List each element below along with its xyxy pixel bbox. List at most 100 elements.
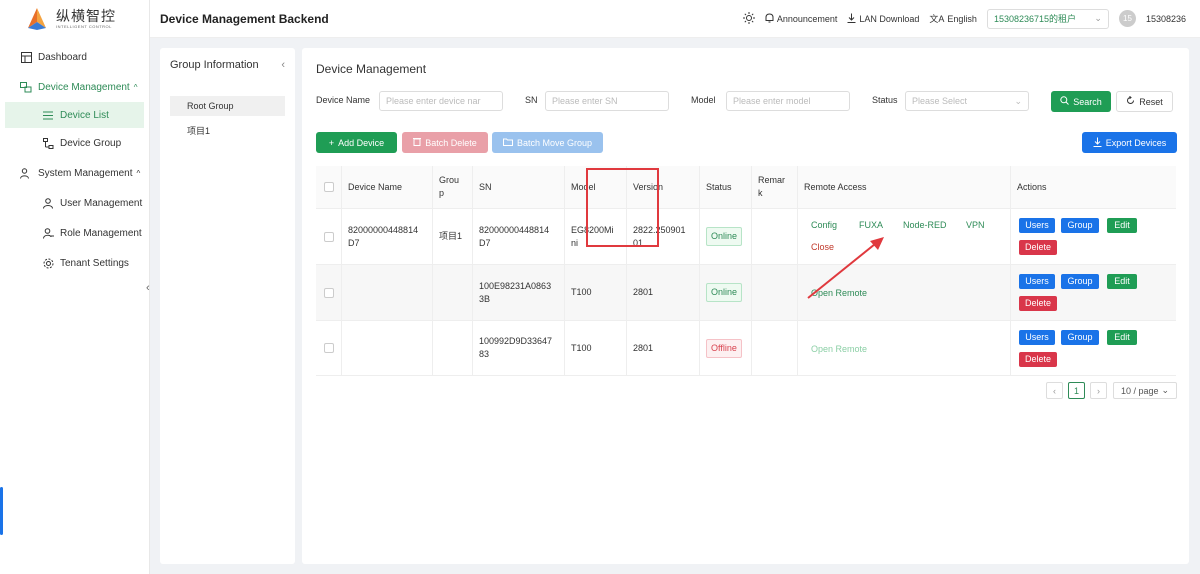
cell-actions: Users Group Edit Delete (1011, 321, 1176, 375)
status-label: Status (872, 95, 898, 105)
sn-line2: D7 (479, 237, 491, 248)
sn-input[interactable]: Please enter SN (545, 91, 669, 111)
sidebar-item-system-management[interactable]: System Management ^ (0, 158, 149, 188)
row-checkbox[interactable] (324, 343, 334, 353)
open-remote-link[interactable]: Open Remote (811, 343, 867, 356)
cell-status: Online (700, 209, 752, 264)
node-red-link[interactable]: Node-RED (903, 219, 947, 232)
brand-name-cn: 纵横智控 (56, 8, 116, 24)
avatar[interactable]: 15 (1118, 10, 1136, 27)
group-tree-icon (42, 137, 54, 149)
col-group: Grou p (433, 166, 473, 208)
status-badge: Online (706, 283, 743, 302)
chevron-down-icon: ⌄ (1161, 385, 1170, 395)
sn-line2: 3B (479, 293, 491, 304)
edit-button[interactable]: Edit (1107, 274, 1137, 289)
group-button[interactable]: Group (1061, 330, 1099, 345)
status-badge: Offline (706, 338, 742, 358)
left-edge-accent (0, 487, 3, 535)
reset-button[interactable]: Reset (1116, 91, 1173, 112)
search-button[interactable]: Search (1051, 91, 1111, 112)
add-device-label: Add Device (338, 137, 385, 148)
lan-download-label: LAN Download (859, 13, 920, 24)
model-input[interactable]: Please enter model (726, 91, 850, 111)
sidebar-item-label: Role Management (60, 227, 142, 239)
col-remark: Remar k (752, 166, 798, 208)
sidebar-item-tenant-settings[interactable]: Tenant Settings (0, 248, 149, 278)
sidebar: 纵横智控 INTELLIGENT CONTROL Dashboard Devic… (0, 0, 150, 574)
edit-button[interactable]: Edit (1107, 218, 1137, 233)
language-label: English (947, 13, 977, 24)
sidebar-item-device-list[interactable]: Device List (5, 102, 144, 128)
table-row: 82000000448814 D7 项目1 82000000448814 D7 … (316, 209, 1176, 265)
group-panel-title: Group Information (170, 59, 259, 71)
top-header: Device Management Backend Announcement L… (150, 0, 1200, 38)
theme-sun-icon[interactable] (742, 11, 755, 26)
edit-button[interactable]: Edit (1107, 330, 1137, 345)
sidebar-item-dashboard[interactable]: Dashboard (0, 42, 149, 72)
cell-sn: 82000000448814 D7 (473, 209, 565, 264)
translate-icon: 文A (929, 14, 945, 24)
users-button[interactable]: Users (1019, 330, 1055, 345)
username[interactable]: 15308236 (1146, 14, 1186, 24)
users-button[interactable]: Users (1019, 218, 1055, 233)
dashboard-icon (20, 51, 32, 63)
page-number-1[interactable]: 1 (1068, 382, 1085, 399)
chevron-up-icon: ^ (133, 82, 138, 92)
chevron-down-icon: ⌄ (1094, 13, 1102, 23)
user-icon (42, 197, 54, 209)
chevron-down-icon: ⌄ (1014, 95, 1022, 106)
announcement-label: Announcement (776, 13, 838, 24)
select-all-checkbox[interactable] (324, 182, 334, 192)
lan-download-link[interactable]: LAN Download (847, 13, 919, 25)
col-sn: SN (473, 166, 565, 208)
status-select-value: Please Select (912, 96, 968, 106)
group-button[interactable]: Group (1061, 274, 1099, 289)
page-size-select[interactable]: 10 / page ⌄ (1113, 382, 1177, 399)
device-name-input[interactable]: Please enter device nar (379, 91, 503, 111)
status-select[interactable]: Please Select ⌄ (905, 91, 1029, 111)
language-switch[interactable]: 文A English (929, 12, 977, 25)
sidebar-collapse-icon[interactable]: ‹ (146, 282, 150, 294)
sidebar-item-device-group[interactable]: Device Group (0, 128, 149, 158)
cell-model: T100 (565, 321, 627, 375)
delete-button[interactable]: Delete (1019, 352, 1057, 367)
collapse-left-icon[interactable]: ‹ (281, 59, 285, 71)
delete-button[interactable]: Delete (1019, 240, 1057, 255)
row-checkbox[interactable] (324, 287, 334, 298)
add-device-button[interactable]: + Add Device (316, 132, 397, 153)
cell-actions: Users Group Edit Delete (1011, 265, 1176, 320)
prev-page-button[interactable]: ‹ (1046, 382, 1063, 399)
users-button[interactable]: Users (1019, 274, 1055, 289)
cell-group (433, 321, 473, 375)
sidebar-item-label: Device List (60, 109, 109, 121)
sidebar-item-role-management[interactable]: Role Management (0, 218, 149, 248)
group-item-project1[interactable]: 项目1 (170, 120, 285, 140)
cell-sn: 100992D9D33647 83 (473, 321, 565, 375)
batch-delete-button[interactable]: Batch Delete (402, 132, 488, 153)
sidebar-item-device-management[interactable]: Device Management ^ (0, 72, 149, 102)
batch-move-label: Batch Move Group (516, 137, 593, 148)
download-icon (1093, 137, 1102, 149)
sidebar-item-user-management[interactable]: User Management (0, 188, 149, 218)
model-label: Model (691, 95, 716, 105)
row-checkbox[interactable] (324, 231, 334, 242)
device-name-line2: D7 (348, 237, 360, 248)
next-page-button[interactable]: › (1090, 382, 1107, 399)
vpn-link[interactable]: VPN (966, 219, 985, 232)
announcement-link[interactable]: Announcement (765, 12, 838, 25)
delete-button[interactable]: Delete (1019, 296, 1057, 311)
chevron-up-icon: ^ (136, 168, 141, 178)
role-icon (42, 227, 54, 239)
cell-status: Offline (700, 321, 752, 375)
export-devices-button[interactable]: Export Devices (1082, 132, 1177, 153)
batch-move-group-button[interactable]: Batch Move Group (492, 132, 603, 153)
device-management-icon (20, 81, 32, 93)
sn-line1: 82000000448814 (479, 224, 550, 235)
group-button[interactable]: Group (1061, 218, 1099, 233)
batch-delete-label: Batch Delete (425, 137, 477, 148)
tenant-select[interactable]: 15308236715的租户 ⌄ (986, 8, 1109, 29)
col-remark-line2: k (758, 188, 763, 198)
group-item-root[interactable]: Root Group (170, 96, 285, 116)
search-icon (1060, 96, 1070, 107)
